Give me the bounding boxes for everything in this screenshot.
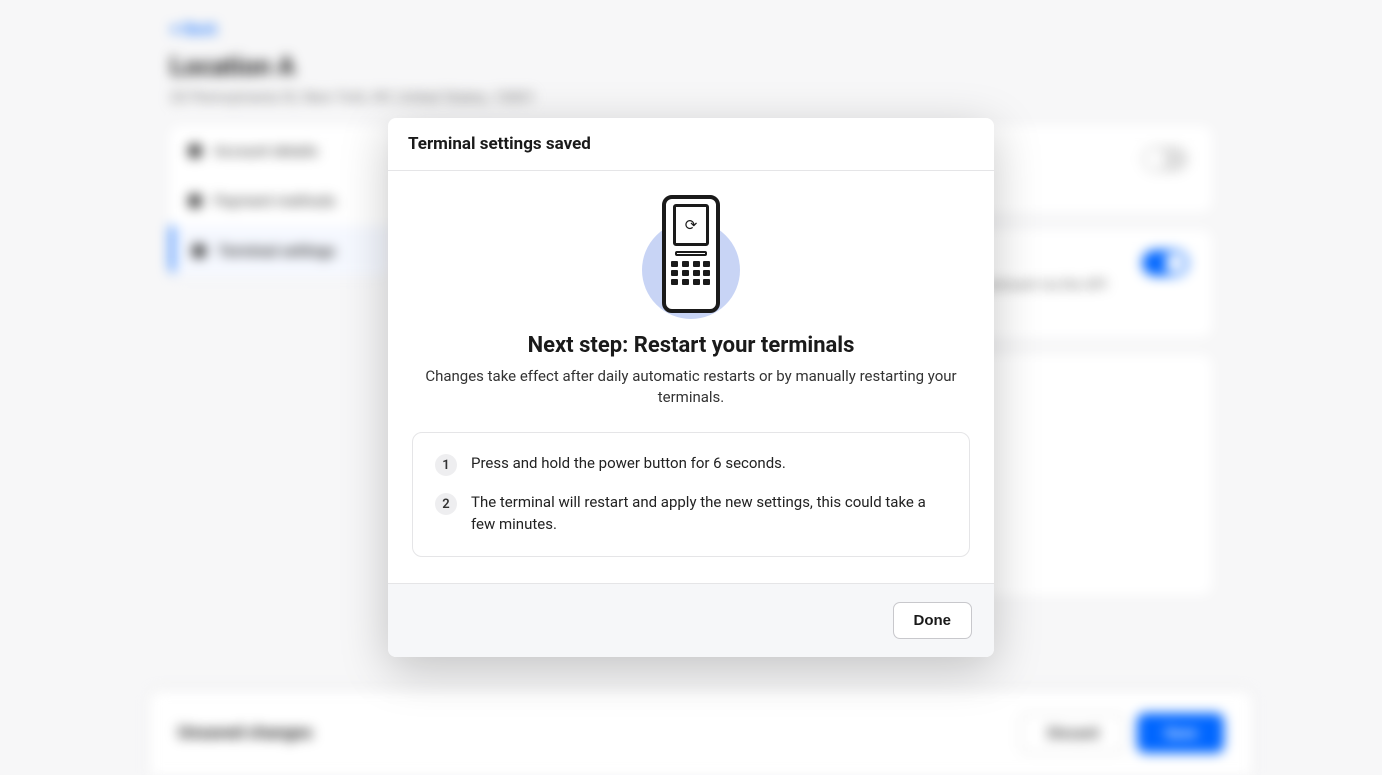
- modal-header: Terminal settings saved: [388, 118, 994, 171]
- modal-overlay: Terminal settings saved ⟳: [0, 0, 1382, 775]
- modal-title: Terminal settings saved: [408, 134, 974, 154]
- restart-steps: 1 Press and hold the power button for 6 …: [412, 432, 970, 557]
- step-1: 1 Press and hold the power button for 6 …: [435, 453, 947, 476]
- modal-footer: Done: [388, 583, 994, 657]
- terminal-illustration: ⟳: [412, 195, 970, 315]
- modal-heading: Next step: Restart your terminals: [412, 333, 970, 358]
- step-2: 2 The terminal will restart and apply th…: [435, 492, 947, 536]
- modal-subtext: Changes take effect after daily automati…: [412, 366, 970, 408]
- terminal-settings-saved-modal: Terminal settings saved ⟳: [388, 118, 994, 657]
- restart-icon: ⟳: [673, 204, 709, 246]
- done-button[interactable]: Done: [893, 602, 973, 639]
